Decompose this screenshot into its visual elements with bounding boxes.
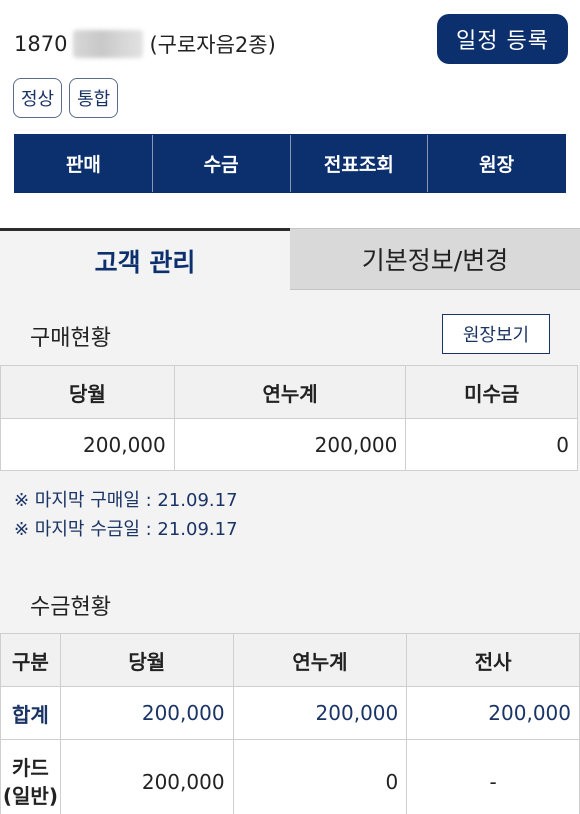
row-label-card-line1: 카드 [12,755,49,780]
cell-card-company: - [406,739,580,814]
table-header-row: 구분 당월 연누계 전사 [0,633,580,687]
row-label-total: 합계 [0,686,61,740]
cell-card-year: 0 [232,739,408,814]
last-purchase-date: ※ 마지막 구매일 : 21.09.17 [14,490,238,511]
collection-table: 구분 당월 연누계 전사 합계 200,000 200,000 200,000 … [0,633,580,814]
purchase-table: 당월 연누계 미수금 200,000 200,000 0 [0,365,578,471]
menu-slip-inquiry[interactable]: 전표조회 [291,135,429,192]
menu-ledger[interactable]: 원장 [428,135,565,192]
col-this-month: 당월 [59,633,234,687]
cell-total-year: 200,000 [232,686,408,740]
cell-this-month: 200,000 [0,418,175,471]
tab-basic-info[interactable]: 기본정보/변경 [290,228,580,290]
cell-card-this-month: 200,000 [59,739,234,814]
cell-year-total: 200,000 [173,418,407,471]
col-this-month: 당월 [0,365,175,419]
view-ledger-button[interactable]: 원장보기 [442,314,550,354]
table-row: 200,000 200,000 0 [0,418,578,471]
table-row: 합계 200,000 200,000 200,000 [0,686,580,740]
menu-collection[interactable]: 수금 [153,135,291,192]
menu-sales[interactable]: 판매 [15,135,153,192]
cell-receivable: 0 [405,418,578,471]
collection-status-title: 수금현황 [30,595,111,620]
status-badge-integrated[interactable]: 통합 [69,78,119,118]
tab-bar: 고객 관리 기본정보/변경 [0,228,580,290]
last-collection-date: ※ 마지막 수금일 : 21.09.17 [14,519,238,540]
cell-total-this-month: 200,000 [59,686,234,740]
cell-total-company: 200,000 [406,686,580,740]
col-category: 구분 [0,633,61,687]
col-year-total: 연누계 [232,633,408,687]
purchase-status-title: 구매현황 [30,326,111,351]
row-label-card-line2: (일반) [2,783,58,808]
col-company: 전사 [406,633,580,687]
schedule-register-button[interactable]: 일정 등록 [437,14,568,64]
redacted-name [73,30,144,58]
status-badges: 정상 통합 [13,78,119,118]
col-receivable: 미수금 [405,365,578,419]
content-area: 고객 관리 기본정보/변경 구매현황 원장보기 당월 연누계 미수금 200,0… [0,228,580,814]
last-dates-notes: ※ 마지막 구매일 : 21.09.17 ※ 마지막 수금일 : 21.09.1… [14,486,238,544]
row-label-card: 카드 (일반) [0,739,61,814]
table-header-row: 당월 연누계 미수금 [0,365,578,419]
customer-name: 1870 (구로자음2종) [14,28,276,60]
customer-suffix: (구로자음2종) [149,33,276,57]
header-area: 1870 (구로자음2종) 일정 등록 정상 통합 판매 수금 전표조회 원장 [0,0,580,214]
tab-customer-management[interactable]: 고객 관리 [0,228,290,290]
col-year-total: 연누계 [173,365,407,419]
customer-code: 1870 [14,32,68,56]
table-row: 카드 (일반) 200,000 0 - [0,739,580,814]
main-menu: 판매 수금 전표조회 원장 [14,134,566,193]
status-badge-normal[interactable]: 정상 [13,78,63,118]
